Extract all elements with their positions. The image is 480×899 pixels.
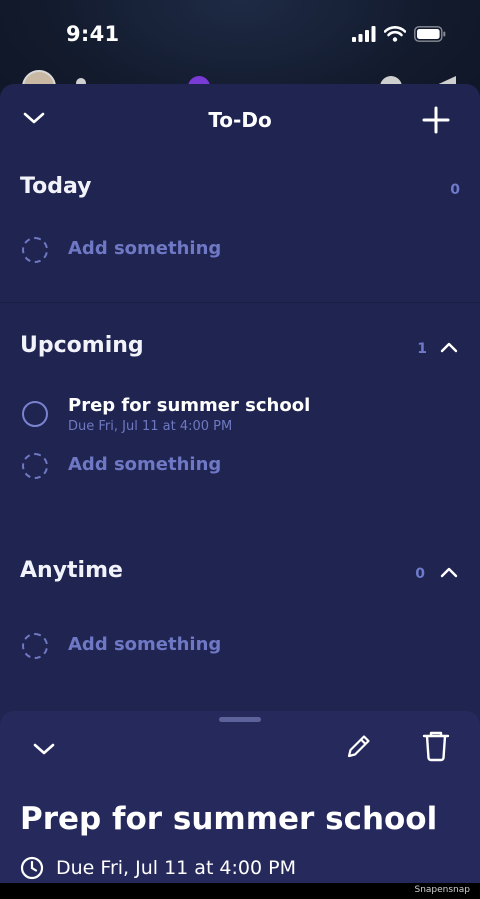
signal-icon xyxy=(352,26,376,42)
section-title: Today xyxy=(20,174,92,199)
section-title: Upcoming xyxy=(20,333,144,358)
status-icons xyxy=(352,26,446,42)
detail-title: Prep for summer school xyxy=(20,801,438,837)
add-item-row[interactable]: Add something xyxy=(0,442,480,492)
add-label: Add something xyxy=(68,634,222,655)
plus-icon[interactable] xyxy=(422,106,450,134)
add-item-row[interactable]: Add something xyxy=(0,622,480,672)
drag-handle[interactable] xyxy=(219,717,261,722)
status-bar: 9:41 xyxy=(0,0,480,70)
chevron-up-icon[interactable] xyxy=(440,341,458,355)
divider xyxy=(0,302,480,303)
section-count: 0 xyxy=(450,182,460,198)
task-checkbox[interactable] xyxy=(22,401,48,427)
task-title: Prep for summer school xyxy=(68,395,311,416)
add-circle-icon xyxy=(22,237,48,263)
add-circle-icon xyxy=(22,633,48,659)
section-today: Today 0 Add something xyxy=(0,162,480,276)
clock-icon xyxy=(20,856,44,880)
trash-icon[interactable] xyxy=(420,729,452,763)
watermark: Snapensnap xyxy=(414,885,470,895)
task-detail-panel: Prep for summer school Due Fri, Jul 11 a… xyxy=(0,711,480,883)
battery-icon xyxy=(414,26,446,42)
section-header[interactable]: Anytime 0 xyxy=(0,546,480,602)
section-count: 0 xyxy=(415,566,425,582)
wifi-icon xyxy=(384,26,406,42)
section-header[interactable]: Today 0 xyxy=(0,162,480,218)
section-count: 1 xyxy=(417,341,427,357)
footer-bar: Snapensnap xyxy=(0,883,480,899)
add-item-row[interactable]: Add something xyxy=(0,226,480,276)
detail-due-row: Due Fri, Jul 11 at 4:00 PM xyxy=(20,856,296,880)
detail-due: Due Fri, Jul 11 at 4:00 PM xyxy=(56,857,296,879)
chevron-down-icon[interactable] xyxy=(32,741,56,757)
status-time: 9:41 xyxy=(66,22,120,46)
add-label: Add something xyxy=(68,238,222,259)
section-title: Anytime xyxy=(20,558,123,583)
pencil-icon[interactable] xyxy=(344,731,374,761)
section-header[interactable]: Upcoming 1 xyxy=(0,321,480,377)
add-circle-icon xyxy=(22,453,48,479)
sheet-header: To-Do xyxy=(0,84,480,154)
add-label: Add something xyxy=(68,454,222,475)
section-anytime: Anytime 0 Add something xyxy=(0,546,480,672)
task-due: Due Fri, Jul 11 at 4:00 PM xyxy=(68,419,233,434)
page-title: To-Do xyxy=(208,108,272,132)
chevron-up-icon[interactable] xyxy=(440,566,458,580)
section-upcoming: Upcoming 1 Prep for summer school Due Fr… xyxy=(0,321,480,492)
